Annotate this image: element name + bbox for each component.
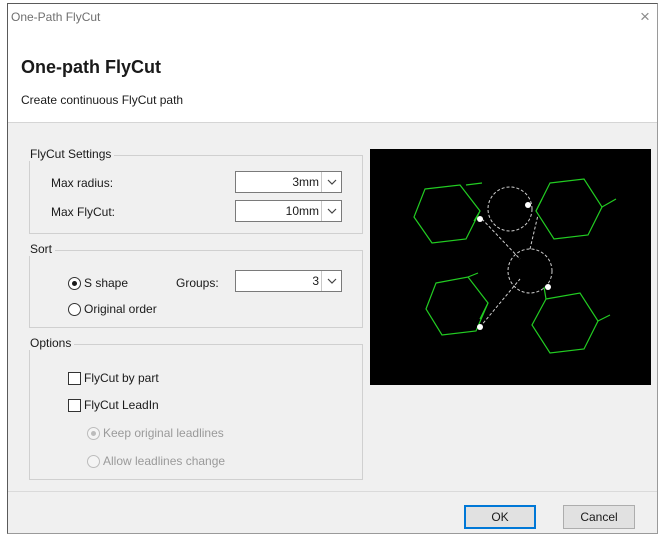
flycut-path (481, 218, 521, 260)
flycut-by-part-label[interactable]: FlyCut by part (84, 371, 159, 385)
flycut-path (529, 214, 539, 250)
path-preview (370, 149, 651, 385)
s-shape-label[interactable]: S shape (84, 276, 128, 290)
keep-leadlines-label[interactable]: Keep original leadlines (103, 426, 224, 440)
part-hexagon (531, 292, 599, 354)
groups-value: 3 (312, 274, 319, 288)
max-radius-select[interactable]: 3mm (235, 171, 342, 193)
max-radius-value: 3mm (292, 175, 319, 189)
chevron-down-icon[interactable] (321, 271, 341, 291)
max-flycut-select[interactable]: 10mm (235, 200, 342, 222)
cancel-button[interactable]: Cancel (563, 505, 635, 529)
original-order-label[interactable]: Original order (84, 302, 157, 316)
dialog-header: One-path FlyCut Create continuous FlyCut… (8, 32, 657, 123)
dialog-footer: OK Cancel (8, 491, 657, 533)
max-flycut-label: Max FlyCut: (51, 205, 116, 219)
page-subtitle: Create continuous FlyCut path (21, 93, 184, 107)
lead-line (535, 198, 617, 212)
window-title: One-Path FlyCut (11, 10, 101, 24)
flycut-settings-group: FlyCut Settings (27, 147, 363, 234)
path-node (477, 216, 483, 222)
flycut-settings-label: FlyCut Settings (27, 147, 115, 161)
allow-leadlines-change-label[interactable]: Allow leadlines change (103, 454, 225, 468)
close-icon[interactable]: × (635, 7, 655, 27)
options-label: Options (27, 336, 75, 350)
path-node (525, 202, 531, 208)
path-node (545, 284, 551, 290)
allow-leadlines-change-radio[interactable] (87, 455, 100, 468)
ok-button[interactable]: OK (464, 505, 536, 529)
keep-leadlines-radio[interactable] (87, 427, 100, 440)
max-flycut-value: 10mm (285, 204, 319, 218)
original-order-radio[interactable] (68, 303, 81, 316)
chevron-down-icon[interactable] (321, 201, 341, 221)
chevron-down-icon[interactable] (321, 172, 341, 192)
s-shape-radio[interactable] (68, 277, 81, 290)
lead-line (465, 182, 483, 222)
page-title: One-path FlyCut (21, 57, 161, 77)
groups-select[interactable]: 3 (235, 270, 342, 292)
flycut-leadin-checkbox[interactable] (68, 399, 81, 412)
sort-label: Sort (27, 242, 56, 256)
flycut-arc (487, 186, 533, 232)
flycut-by-part-checkbox[interactable] (68, 372, 81, 385)
lead-line (543, 286, 611, 322)
lead-line (467, 272, 489, 320)
dialog-window: One-Path FlyCut × One-path FlyCut Create… (7, 3, 658, 534)
part-hexagon (413, 184, 481, 244)
path-node (477, 324, 483, 330)
max-radius-label: Max radius: (51, 176, 114, 190)
groups-label: Groups: (176, 276, 219, 290)
flycut-leadin-label[interactable]: FlyCut LeadIn (84, 398, 159, 412)
part-hexagon (535, 178, 603, 240)
preview-drawing (413, 178, 617, 354)
title-bar: One-Path FlyCut × (8, 4, 657, 32)
